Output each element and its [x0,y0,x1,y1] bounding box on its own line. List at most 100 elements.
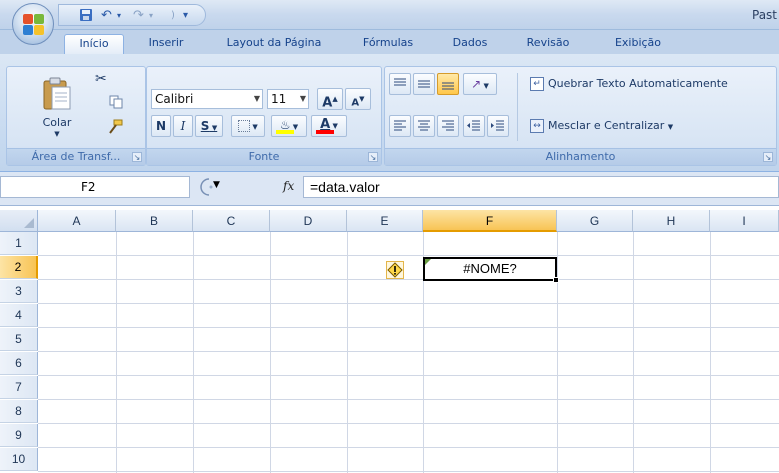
gridline [710,232,711,473]
alignment-launcher-icon[interactable]: ↘ [763,152,773,162]
bold-button[interactable]: N [151,115,171,137]
title-bar: ↶ ▾ ↷ ▾ ) ▾ Past [0,0,779,30]
row-header-8[interactable]: 8 [0,400,38,423]
grow-font-button[interactable]: A▲ [317,88,343,110]
tab-layout-da-pagina[interactable]: Layout da Página [214,34,334,54]
font-launcher-icon[interactable]: ↘ [368,152,378,162]
merge-center-icon: ↔ [530,119,544,133]
align-top-icon [394,78,406,86]
paste-button[interactable]: Colar ▼ [35,71,79,143]
chevron-down-icon: ▼ [667,123,674,131]
column-header-d[interactable]: D [270,210,347,232]
ribbon: Colar ▼ ✂ Área de Transf... ↘ Calibri ▼ … [0,54,779,172]
customize-qat-icon[interactable]: ▾ [183,8,188,24]
chevron-down-icon: ▼ [299,94,306,103]
paste-label: Colar [42,116,72,129]
tab-exibicao[interactable]: Exibição [604,34,672,54]
formula-input[interactable]: =data.valor [303,176,779,198]
gridline [270,232,271,473]
column-header-a[interactable]: A [38,210,116,232]
alignment-group: ↗ ▼ ↵ Quebrar Texto Automaticamente ↔ Me… [384,66,777,166]
align-top-button[interactable] [389,73,411,95]
gridline [633,232,634,473]
tab-inicio[interactable]: Início [64,34,124,54]
font-color-swatch [316,130,334,134]
orientation-button[interactable]: ↗ ▼ [463,73,497,95]
align-middle-icon [418,80,430,88]
row-header-10[interactable]: 10 [0,448,38,471]
separator-icon: ) [171,10,175,21]
insert-function-icon[interactable]: fx [283,179,294,193]
font-color-button[interactable]: A ▼ [311,115,347,137]
underline-button[interactable]: S ▼ [195,115,223,137]
paste-dropdown-icon: ▼ [54,130,60,138]
row-header-7[interactable]: 7 [0,376,38,399]
column-header-b[interactable]: B [116,210,193,232]
gridline [38,279,779,280]
column-header-g[interactable]: G [557,210,633,232]
spreadsheet-grid[interactable]: A B C D E F G H I 1 2 3 4 5 6 7 8 9 10 #… [0,210,779,473]
align-left-button[interactable] [389,115,411,137]
copy-icon[interactable] [109,95,123,112]
font-family-select[interactable]: Calibri ▼ [151,89,263,109]
error-warning-icon [387,262,403,278]
row-header-6[interactable]: 6 [0,352,38,375]
alignment-separator [517,73,518,141]
column-header-f[interactable]: F [423,210,557,232]
align-bottom-button[interactable] [437,73,459,95]
align-right-button[interactable] [437,115,459,137]
wrap-text-button[interactable]: ↵ Quebrar Texto Automaticamente [525,73,765,95]
tab-dados[interactable]: Dados [446,34,494,54]
office-button[interactable] [12,3,54,45]
select-all-button[interactable] [0,210,38,232]
format-painter-icon[interactable] [107,119,123,138]
column-header-i[interactable]: I [710,210,779,232]
borders-icon [238,120,251,132]
row-header-4[interactable]: 4 [0,304,38,327]
name-box[interactable]: F2 [0,176,190,198]
column-header-c[interactable]: C [193,210,270,232]
gridline [193,232,194,473]
undo-dropdown-icon[interactable]: ▾ [117,8,121,24]
shrink-font-button[interactable]: A▼ [345,88,371,110]
tab-formulas[interactable]: Fórmulas [356,34,420,54]
save-icon[interactable] [79,8,93,24]
italic-button[interactable]: I [173,115,193,137]
clipboard-launcher-icon[interactable]: ↘ [132,152,142,162]
tab-revisao[interactable]: Revisão [520,34,576,54]
wrap-text-icon: ↵ [530,77,544,91]
row-header-5[interactable]: 5 [0,328,38,351]
merge-center-button[interactable]: ↔ Mesclar e Centralizar ▼ [525,115,705,137]
font-size-select[interactable]: 11 ▼ [267,89,309,109]
row-header-3[interactable]: 3 [0,280,38,303]
tab-inserir[interactable]: Inserir [140,34,192,54]
active-cell-f2[interactable]: #NOME? [423,257,557,281]
font-group: Calibri ▼ 11 ▼ A▲ A▼ N I S ▼ ▼ ♨ ▼ A ▼ F… [146,66,382,166]
align-center-button[interactable] [413,115,435,137]
row-header-9[interactable]: 9 [0,424,38,447]
row-header-2[interactable]: 2 [0,256,38,279]
increase-indent-button[interactable] [487,115,509,137]
decrease-indent-button[interactable] [463,115,485,137]
row-header-1[interactable]: 1 [0,232,38,255]
select-all-icon [24,218,34,228]
increase-indent-icon [491,120,504,131]
undo-icon[interactable]: ↶ [101,8,112,24]
align-bottom-icon [442,82,454,90]
fill-handle[interactable] [553,277,559,283]
error-options-button[interactable] [386,261,404,279]
redo-icon[interactable]: ↷ [133,8,144,24]
cut-icon[interactable]: ✂ [95,71,107,87]
fill-color-button[interactable]: ♨ ▼ [271,115,307,137]
redo-dropdown-icon[interactable]: ▾ [149,8,153,24]
column-header-e[interactable]: E [347,210,423,232]
clipboard-group-label: Área de Transf... [7,148,145,165]
borders-button[interactable]: ▼ [231,115,265,137]
column-header-h[interactable]: H [633,210,710,232]
shrink-font-label: A [351,97,360,109]
quick-access-toolbar: ↶ ▾ ↷ ▾ ) ▾ [58,4,206,26]
formula-bar: F2 ▼ fx =data.valor [0,172,779,206]
formula-bar-splitter-icon[interactable] [200,178,218,196]
clipboard-group: Colar ▼ ✂ Área de Transf... ↘ [6,66,146,166]
align-middle-button[interactable] [413,73,435,95]
